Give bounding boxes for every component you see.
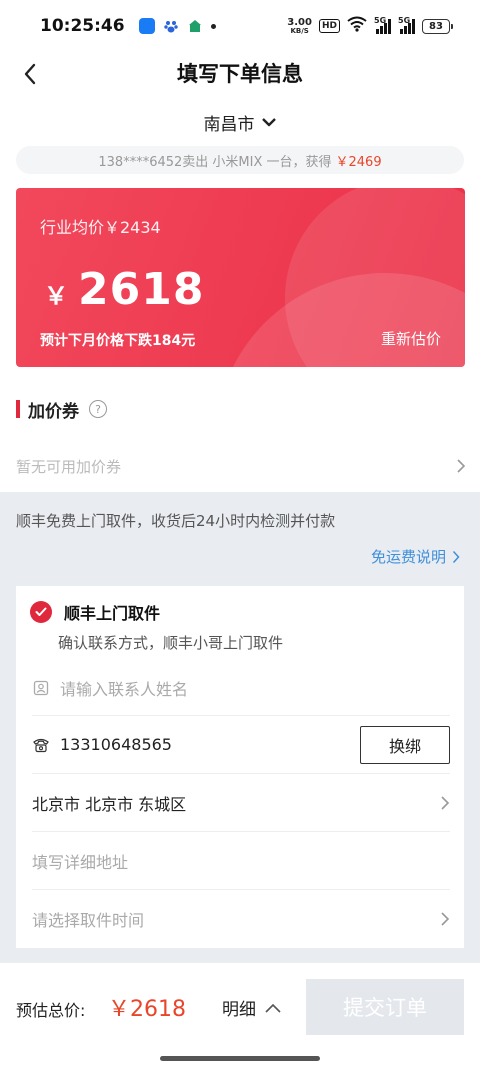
total-label: 预估总价: [16, 1001, 86, 1020]
net-speed-unit: KB/S [290, 26, 309, 35]
pickup-time-placeholder: 请选择取件时间 [32, 911, 145, 930]
industry-average-price: 行业均价￥2434 [40, 218, 161, 237]
app-notification-icon [138, 18, 155, 34]
help-icon[interactable]: ? [89, 400, 107, 418]
detailed-address-field[interactable]: 填写详细地址 [32, 832, 450, 890]
chevron-right-icon [441, 912, 450, 926]
free-shipping-info-link[interactable]: 免运费说明 [371, 546, 460, 567]
network-speed: 3.00 KB/S [287, 16, 312, 35]
chevron-right-icon [441, 795, 450, 810]
status-time: 10:25:46 [40, 16, 125, 36]
store-app-icon [187, 18, 203, 34]
shipping-description: 顺丰免费上门取件，收货后24小时内检测并付款 [16, 512, 336, 530]
pickup-time-selector[interactable]: 请选择取件时间 [32, 890, 450, 948]
wifi-icon [347, 16, 367, 36]
contact-card-icon [32, 679, 50, 697]
coupon-selector[interactable]: 暂无可用加价券 [16, 446, 466, 486]
chevron-right-icon [452, 550, 460, 563]
sold-ticker-text: 138****6452卖出 小米MIX 一台，获得 [98, 154, 332, 170]
more-notifications-dot [210, 23, 216, 29]
card-decoration [215, 273, 465, 367]
status-bar: 10:25:46 3.00 KB/S HD 5G 5G 83 [0, 0, 480, 52]
chevron-up-icon [265, 1003, 281, 1013]
signal-1-type: 5G [374, 16, 387, 25]
price-forecast-note: 预计下月价格下跌184元 [40, 333, 196, 349]
contact-name-placeholder: 请输入联系人姓名 [60, 679, 189, 699]
city-selector[interactable]: 南昌市 [0, 106, 480, 138]
city-name: 南昌市 [203, 114, 255, 135]
free-shipping-link-label: 免运费说明 [370, 548, 446, 566]
total-price: ￥2618 [108, 997, 186, 1022]
submit-order-button[interactable]: 提交订单 [306, 979, 464, 1035]
battery-icon: 83 [422, 18, 453, 34]
coupon-section-header: 加价券 ? [16, 396, 107, 422]
section-accent-bar [16, 400, 20, 418]
notification-icons [138, 18, 216, 34]
page-title: 填写下单信息 [177, 62, 303, 86]
signal-2-icon: 5G [398, 16, 415, 34]
reestimate-button[interactable]: 重新估价 [381, 328, 441, 349]
pickup-option-label: 顺丰上门取件 [64, 604, 161, 623]
price-estimate-card: 行业均价￥2434 ￥ 2618 预计下月价格下跌184元 重新估价 [16, 188, 465, 367]
phone-number: 13310648565 [60, 735, 172, 754]
coupon-empty-text: 暂无可用加价券 [16, 457, 122, 476]
telephone-icon [32, 736, 50, 754]
region-value: 北京市 北京市 东城区 [32, 794, 187, 814]
contact-name-field[interactable]: 请输入联系人姓名 [32, 660, 450, 716]
signal-1-icon: 5G [374, 16, 391, 34]
pickup-option-description: 确认联系方式，顺丰小哥上门取件 [58, 634, 284, 652]
signal-2-type: 5G [398, 16, 411, 25]
battery-level: 83 [429, 20, 443, 32]
hd-badge: HD [318, 19, 340, 33]
home-indicator[interactable] [160, 1056, 320, 1061]
phone-row: 13310648565 换绑 [32, 716, 450, 774]
checked-icon [30, 601, 52, 623]
details-label: 明细 [222, 1000, 256, 1020]
rebind-phone-button[interactable]: 换绑 [360, 725, 450, 764]
header: 填写下单信息 [0, 52, 480, 96]
system-indicators: 3.00 KB/S HD 5G 5G 83 [287, 16, 453, 36]
paw-app-icon [163, 18, 179, 34]
coupon-title: 加价券 [28, 401, 79, 422]
sold-ticker-banner: 138****6452卖出 小米MIX 一台，获得 ￥2469 [16, 146, 464, 174]
estimated-price: ￥ 2618 [44, 264, 204, 315]
region-selector[interactable]: 北京市 北京市 东城区 [32, 774, 450, 832]
pickup-option-sf[interactable]: 顺丰上门取件 [30, 600, 160, 624]
net-speed-value: 3.00 [287, 16, 312, 28]
detailed-address-placeholder: 填写详细地址 [32, 852, 129, 872]
price-details-toggle[interactable]: 明细 [222, 995, 282, 1020]
chevron-down-icon [261, 118, 276, 127]
pickup-form-card: 顺丰上门取件 确认联系方式，顺丰小哥上门取件 请输入联系人姓名 13310648… [16, 586, 464, 948]
sold-ticker-price: ￥2469 [335, 154, 382, 170]
chevron-right-icon [457, 459, 466, 473]
currency-symbol: ￥ [44, 282, 68, 310]
estimated-price-value: 2618 [78, 264, 205, 315]
